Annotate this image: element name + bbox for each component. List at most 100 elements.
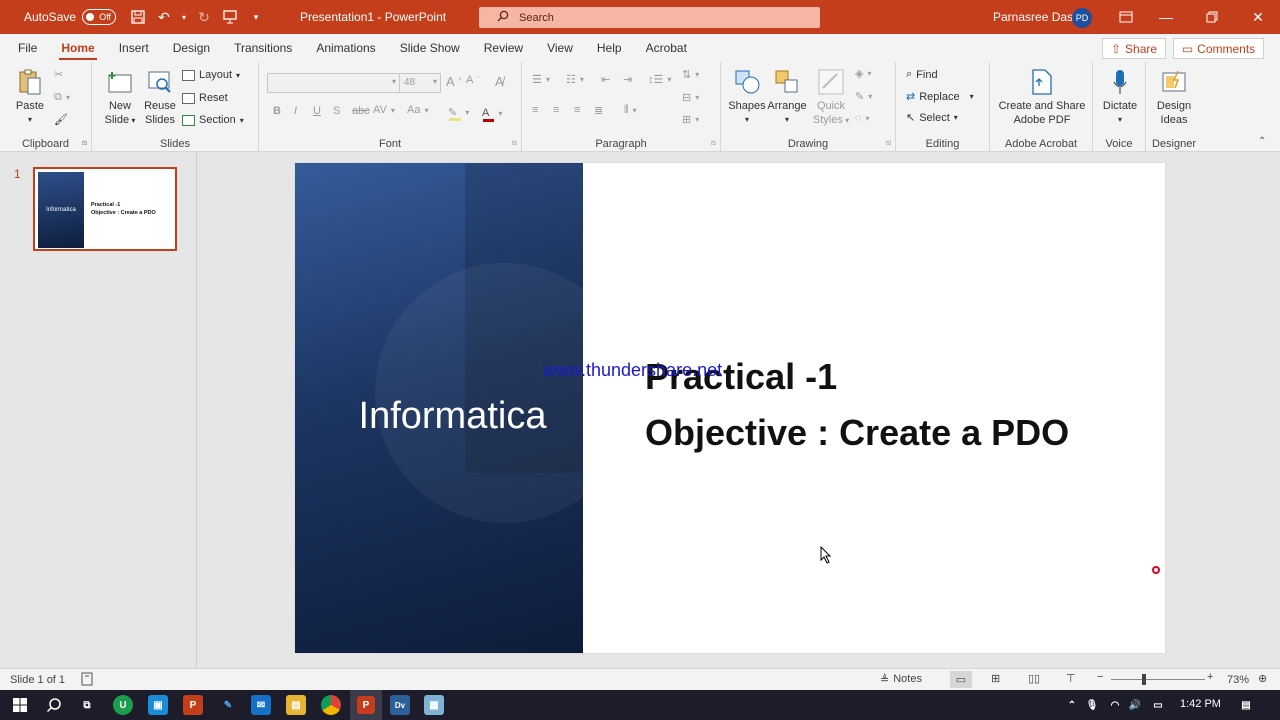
restore-icon[interactable] <box>1192 0 1232 34</box>
tab-insert[interactable]: Insert <box>107 34 161 62</box>
zoom-slider-thumb[interactable] <box>1142 674 1146 685</box>
tab-slide-show[interactable]: Slide Show <box>388 34 472 62</box>
slide-thumbnail[interactable]: Informatica Practical -1 Objective : Cre… <box>33 167 177 251</box>
select-button[interactable]: ↖ Select ▾ <box>906 111 958 125</box>
minimize-icon[interactable]: — <box>1146 0 1186 34</box>
bullets-icon[interactable]: ☰ ▾ <box>532 73 550 86</box>
highlight-icon[interactable]: ✎ ▾ <box>448 104 469 121</box>
comments-button[interactable]: ▭ Comments <box>1173 38 1264 59</box>
align-right-icon[interactable]: ≡ <box>574 104 580 116</box>
spelling-check-icon[interactable] <box>80 672 94 689</box>
shape-outline-icon[interactable]: ✎ ▾ <box>855 90 872 103</box>
redo-icon[interactable]: ↻ <box>194 7 214 27</box>
paragraph-launcher-icon[interactable]: ⧅ <box>711 138 716 148</box>
bold-icon[interactable]: B <box>273 105 281 117</box>
show-hidden-icons-icon[interactable]: ⌃ <box>1062 695 1082 715</box>
tab-acrobat[interactable]: Acrobat <box>634 34 699 62</box>
start-from-beginning-icon[interactable] <box>220 7 240 27</box>
create-share-pdf-button[interactable]: Create and Share Adobe PDF <box>994 68 1090 127</box>
windows-start-icon[interactable] <box>10 695 30 715</box>
find-button[interactable]: ⌕ Find <box>906 68 938 81</box>
autosave-toggle[interactable]: Off <box>82 9 117 25</box>
collapse-ribbon-icon[interactable]: ⌃ <box>1258 136 1266 147</box>
character-spacing-icon[interactable]: AV ▾ <box>373 104 395 116</box>
increase-indent-icon[interactable]: ⇥ <box>623 73 632 86</box>
shape-effects-icon[interactable]: ◌ ▾ <box>855 112 870 124</box>
font-color-icon[interactable]: A ▾ <box>482 104 502 122</box>
shapes-button[interactable]: Shapes ▾ <box>727 68 767 127</box>
replace-button[interactable]: ⇄ Replace ▾ <box>906 90 974 104</box>
justify-icon[interactable]: ≣ <box>594 104 603 117</box>
slide-title-line2[interactable]: Objective : Create a PDO <box>645 412 1069 454</box>
convert-smartart-icon[interactable]: ⊞ ▾ <box>682 113 699 126</box>
reading-view-icon[interactable]: ▯▯ <box>1028 672 1040 685</box>
reuse-slides-button[interactable]: Reuse Slides <box>140 68 180 127</box>
share-button[interactable]: ⇧ Share <box>1102 38 1166 59</box>
undo-dropdown-icon[interactable]: ▾ <box>180 7 188 27</box>
keyboard-icon[interactable]: ▭ <box>1148 695 1168 715</box>
numbering-icon[interactable]: ☷ ▾ <box>566 73 584 86</box>
italic-icon[interactable]: I <box>294 105 297 117</box>
slide-sorter-icon[interactable]: ⊞ <box>991 672 1000 685</box>
font-size-combo[interactable]: 48 ▾ <box>399 73 441 93</box>
slide[interactable]: Informatica Practical -1 Objective : Cre… <box>295 163 1165 653</box>
microphone-tray-icon[interactable]: 🎙 <box>1082 695 1102 715</box>
customize-qat-icon[interactable]: ▾ <box>246 7 266 27</box>
line-spacing-icon[interactable]: ↕☰ ▾ <box>648 73 671 86</box>
section-button[interactable]: Section ▾ <box>182 114 244 126</box>
quick-styles-button[interactable]: Quick Styles ▾ <box>809 68 853 128</box>
tab-home[interactable]: Home <box>49 34 106 62</box>
search-input[interactable] <box>519 11 769 24</box>
network-icon[interactable]: ◠ <box>1105 695 1125 715</box>
clear-formatting-icon[interactable]: A̸ <box>495 74 504 89</box>
search-box[interactable] <box>479 7 820 28</box>
clipboard-launcher-icon[interactable]: ⧅ <box>82 138 87 148</box>
taskbar-search-icon[interactable] <box>44 695 64 715</box>
avatar[interactable]: PD <box>1072 8 1092 28</box>
zoom-level[interactable]: 73% <box>1227 674 1249 686</box>
layout-button[interactable]: Layout ▾ <box>182 69 240 81</box>
powerpoint-app-icon[interactable]: P <box>183 695 203 715</box>
app-icon-blue[interactable]: ▣ <box>148 695 168 715</box>
slide-show-view-icon[interactable]: ⊤ <box>1066 672 1076 685</box>
notifications-icon[interactable]: ▤ <box>1236 695 1256 715</box>
tab-help[interactable]: Help <box>585 34 634 62</box>
zoom-out-icon[interactable]: − <box>1097 671 1103 683</box>
task-view-icon[interactable]: ⧉ <box>77 695 97 715</box>
paste-button[interactable]: Paste ▾ <box>10 68 50 127</box>
slide-left-title[interactable]: Informatica <box>295 395 610 438</box>
decrease-font-size-icon[interactable]: Aˇ <box>466 74 480 86</box>
volume-icon[interactable]: 🔊 <box>1125 695 1145 715</box>
arrange-button[interactable]: Arrange ▾ <box>767 68 807 127</box>
save-icon[interactable] <box>128 7 148 27</box>
tab-animations[interactable]: Animations <box>304 34 387 62</box>
user-name[interactable]: Parnasree Das <box>993 10 1073 24</box>
pen-app-icon[interactable]: ✎ <box>218 695 238 715</box>
file-explorer-icon[interactable]: ▤ <box>286 695 306 715</box>
drawing-launcher-icon[interactable]: ⧅ <box>886 138 891 148</box>
tab-review[interactable]: Review <box>472 34 535 62</box>
tab-design[interactable]: Design <box>161 34 222 62</box>
format-painter-icon[interactable]: 🖌 <box>54 113 68 126</box>
align-text-icon[interactable]: ⊟ ▾ <box>682 91 699 104</box>
notepad-icon[interactable]: ▦ <box>424 695 444 715</box>
dv-app-icon[interactable]: Dv <box>390 695 410 715</box>
tab-file[interactable]: File <box>6 34 49 62</box>
zoom-slider[interactable] <box>1111 674 1205 685</box>
shape-fill-icon[interactable]: ◈ ▾ <box>855 67 871 80</box>
dictate-button[interactable]: Dictate ▾ <box>1098 68 1142 127</box>
normal-view-icon[interactable]: ▭ <box>950 671 972 688</box>
increase-font-size-icon[interactable]: A ^ <box>446 74 462 89</box>
text-shadow-icon[interactable]: S <box>333 105 340 117</box>
close-icon[interactable]: ✕ <box>1238 0 1278 34</box>
columns-icon[interactable]: ⫴ ▾ <box>624 104 637 117</box>
font-launcher-icon[interactable]: ⧅ <box>512 138 517 148</box>
font-name-combo[interactable]: ▾ <box>267 73 400 93</box>
decrease-indent-icon[interactable]: ⇤ <box>601 73 610 86</box>
powerpoint-active-task[interactable]: P <box>350 690 382 720</box>
change-case-icon[interactable]: Aa ▾ <box>407 104 428 116</box>
fit-to-window-icon[interactable]: ⊕ <box>1258 672 1267 685</box>
tab-view[interactable]: View <box>535 34 585 62</box>
align-center-icon[interactable]: ≡ <box>553 104 559 116</box>
zoom-in-icon[interactable]: + <box>1207 671 1213 683</box>
